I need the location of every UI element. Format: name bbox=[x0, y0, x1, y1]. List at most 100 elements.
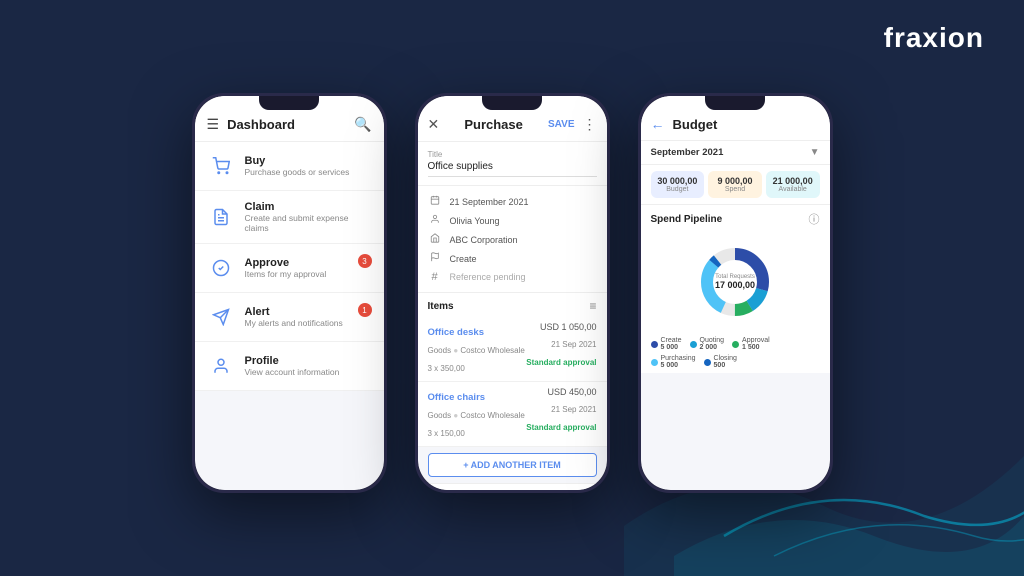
quoting-legend: Quoting2 000 bbox=[700, 337, 725, 351]
purchase-item-2: Office chairs USD 450,00 Goods ● Costco … bbox=[418, 382, 607, 447]
alert-text: Alert My alerts and notifications bbox=[245, 306, 372, 328]
filter-icon[interactable]: ≡ bbox=[589, 299, 596, 313]
title-value[interactable]: Office supplies bbox=[428, 161, 597, 177]
purchase-total: Total USD 1 500,00 bbox=[418, 483, 607, 490]
available-value: 21 000,00 bbox=[770, 176, 816, 186]
purchase-details: 21 September 2021 Olivia Young ABC Corpo… bbox=[418, 186, 607, 293]
detail-status: Create bbox=[428, 249, 597, 268]
alert-badge: 1 bbox=[358, 303, 372, 317]
profile-sub: View account information bbox=[245, 367, 372, 377]
closing-legend: Closing500 bbox=[714, 355, 737, 369]
approval-legend: Approval1 500 bbox=[742, 337, 770, 351]
phone-screen-1: ☰ Dashboard 🔍 Buy Pu bbox=[195, 96, 384, 490]
item1-qty: 3 x 350,00 bbox=[428, 364, 465, 373]
chart-area: Total Requests 17 000,00 bbox=[641, 231, 830, 333]
menu-item-claim[interactable]: Claim Create and submit expense claims bbox=[195, 191, 384, 244]
purchase-header-actions: SAVE ⋮ bbox=[548, 116, 597, 133]
profile-icon bbox=[207, 352, 235, 380]
item1-approval: Standard approval bbox=[526, 358, 596, 367]
flag-icon bbox=[428, 252, 442, 265]
search-icon[interactable]: 🔍 bbox=[354, 116, 371, 133]
buy-label: Buy bbox=[245, 155, 372, 167]
approve-sub: Items for my approval bbox=[245, 269, 372, 279]
create-legend: Create5 000 bbox=[661, 337, 682, 351]
alert-icon bbox=[207, 303, 235, 331]
item2-approval: Standard approval bbox=[526, 423, 596, 432]
item2-details: Goods ● Costco Wholesale bbox=[428, 411, 525, 420]
ref-text: Reference pending bbox=[450, 272, 526, 282]
approve-icon bbox=[207, 254, 235, 282]
legend-purchasing: Purchasing5 000 bbox=[651, 355, 696, 369]
profile-text: Profile View account information bbox=[245, 355, 372, 377]
available-label: Available bbox=[770, 186, 816, 193]
budget-stats: 30 000,00 Budget 9 000,00 Spend 21 000,0… bbox=[641, 165, 830, 205]
building-icon bbox=[428, 233, 442, 246]
period-selector[interactable]: September 2021 ▼ bbox=[641, 141, 830, 165]
menu-item-alert[interactable]: Alert My alerts and notifications 1 bbox=[195, 293, 384, 342]
logo-text: fraxion bbox=[884, 22, 984, 53]
item1-name: Office desks bbox=[428, 327, 485, 338]
calendar-icon bbox=[428, 195, 442, 208]
person-icon bbox=[428, 214, 442, 227]
legend-create: Create5 000 bbox=[651, 337, 682, 351]
phone-screen-2: ✕ Purchase SAVE ⋮ Title Office supplies … bbox=[418, 96, 607, 490]
items-header: Items ≡ bbox=[418, 293, 607, 317]
dashboard-menu: Buy Purchase goods or services bbox=[195, 142, 384, 391]
budget-value: 30 000,00 bbox=[655, 176, 701, 186]
pipeline-header: Spend Pipeline ⓘ bbox=[641, 205, 830, 231]
close-icon[interactable]: ✕ bbox=[428, 116, 440, 133]
buy-sub: Purchase goods or services bbox=[245, 167, 372, 177]
approval-dot bbox=[732, 341, 739, 348]
detail-company: ABC Corporation bbox=[428, 230, 597, 249]
phone-dashboard: ☰ Dashboard 🔍 Buy Pu bbox=[192, 93, 387, 493]
phone-notch-3 bbox=[705, 96, 765, 110]
hash-icon: # bbox=[428, 271, 442, 283]
phone-screen-3: ← Budget September 2021 ▼ 30 000,00 Budg… bbox=[641, 96, 830, 490]
status-text: Create bbox=[450, 254, 477, 264]
app-logo: fraxion bbox=[884, 22, 984, 54]
phone-notch-2 bbox=[482, 96, 542, 110]
claim-icon bbox=[207, 203, 235, 231]
item1-price: USD 1 050,00 bbox=[540, 322, 597, 332]
stat-available: 21 000,00 Available bbox=[766, 171, 820, 198]
item2-qty: 3 x 150,00 bbox=[428, 429, 465, 438]
phone-purchase: ✕ Purchase SAVE ⋮ Title Office supplies … bbox=[415, 93, 610, 493]
info-icon[interactable]: ⓘ bbox=[809, 211, 820, 227]
donut-value: 17 000,00 bbox=[715, 280, 755, 290]
add-item-button[interactable]: + ADD ANOTHER ITEM bbox=[428, 453, 597, 477]
item1-date: 21 Sep 2021 bbox=[551, 340, 596, 349]
save-button[interactable]: SAVE bbox=[548, 119, 575, 130]
donut-center: Total Requests 17 000,00 bbox=[715, 274, 755, 290]
purchasing-legend: Purchasing5 000 bbox=[661, 355, 696, 369]
approve-badge: 3 bbox=[358, 254, 372, 268]
phone-budget: ← Budget September 2021 ▼ 30 000,00 Budg… bbox=[638, 93, 833, 493]
back-icon[interactable]: ← bbox=[651, 116, 665, 132]
quoting-dot bbox=[690, 341, 697, 348]
menu-item-approve[interactable]: Approve Items for my approval 3 bbox=[195, 244, 384, 293]
person-text: Olivia Young bbox=[450, 216, 500, 226]
profile-label: Profile bbox=[245, 355, 372, 367]
title-label: Title bbox=[428, 150, 597, 159]
legend-quoting: Quoting2 000 bbox=[690, 337, 725, 351]
legend-approval: Approval1 500 bbox=[732, 337, 770, 351]
purchase-title: Purchase bbox=[464, 117, 523, 132]
purchasing-dot bbox=[651, 359, 658, 366]
more-icon[interactable]: ⋮ bbox=[583, 116, 597, 133]
spend-value: 9 000,00 bbox=[712, 176, 758, 186]
company-text: ABC Corporation bbox=[450, 235, 518, 245]
items-label: Items bbox=[428, 301, 454, 312]
approve-label: Approve bbox=[245, 257, 372, 269]
create-dot bbox=[651, 341, 658, 348]
alert-label: Alert bbox=[245, 306, 372, 318]
hamburger-icon[interactable]: ☰ bbox=[207, 116, 220, 133]
buy-text: Buy Purchase goods or services bbox=[245, 155, 372, 177]
period-arrow-icon: ▼ bbox=[810, 147, 820, 158]
menu-item-profile[interactable]: Profile View account information bbox=[195, 342, 384, 391]
stat-spend: 9 000,00 Spend bbox=[708, 171, 762, 198]
budget-label: Budget bbox=[655, 186, 701, 193]
menu-item-buy[interactable]: Buy Purchase goods or services bbox=[195, 142, 384, 191]
phones-container: ☰ Dashboard 🔍 Buy Pu bbox=[192, 93, 833, 493]
item1-details: Goods ● Costco Wholesale bbox=[428, 346, 525, 355]
phone-notch-1 bbox=[259, 96, 319, 110]
dashboard-title: Dashboard bbox=[227, 117, 295, 132]
